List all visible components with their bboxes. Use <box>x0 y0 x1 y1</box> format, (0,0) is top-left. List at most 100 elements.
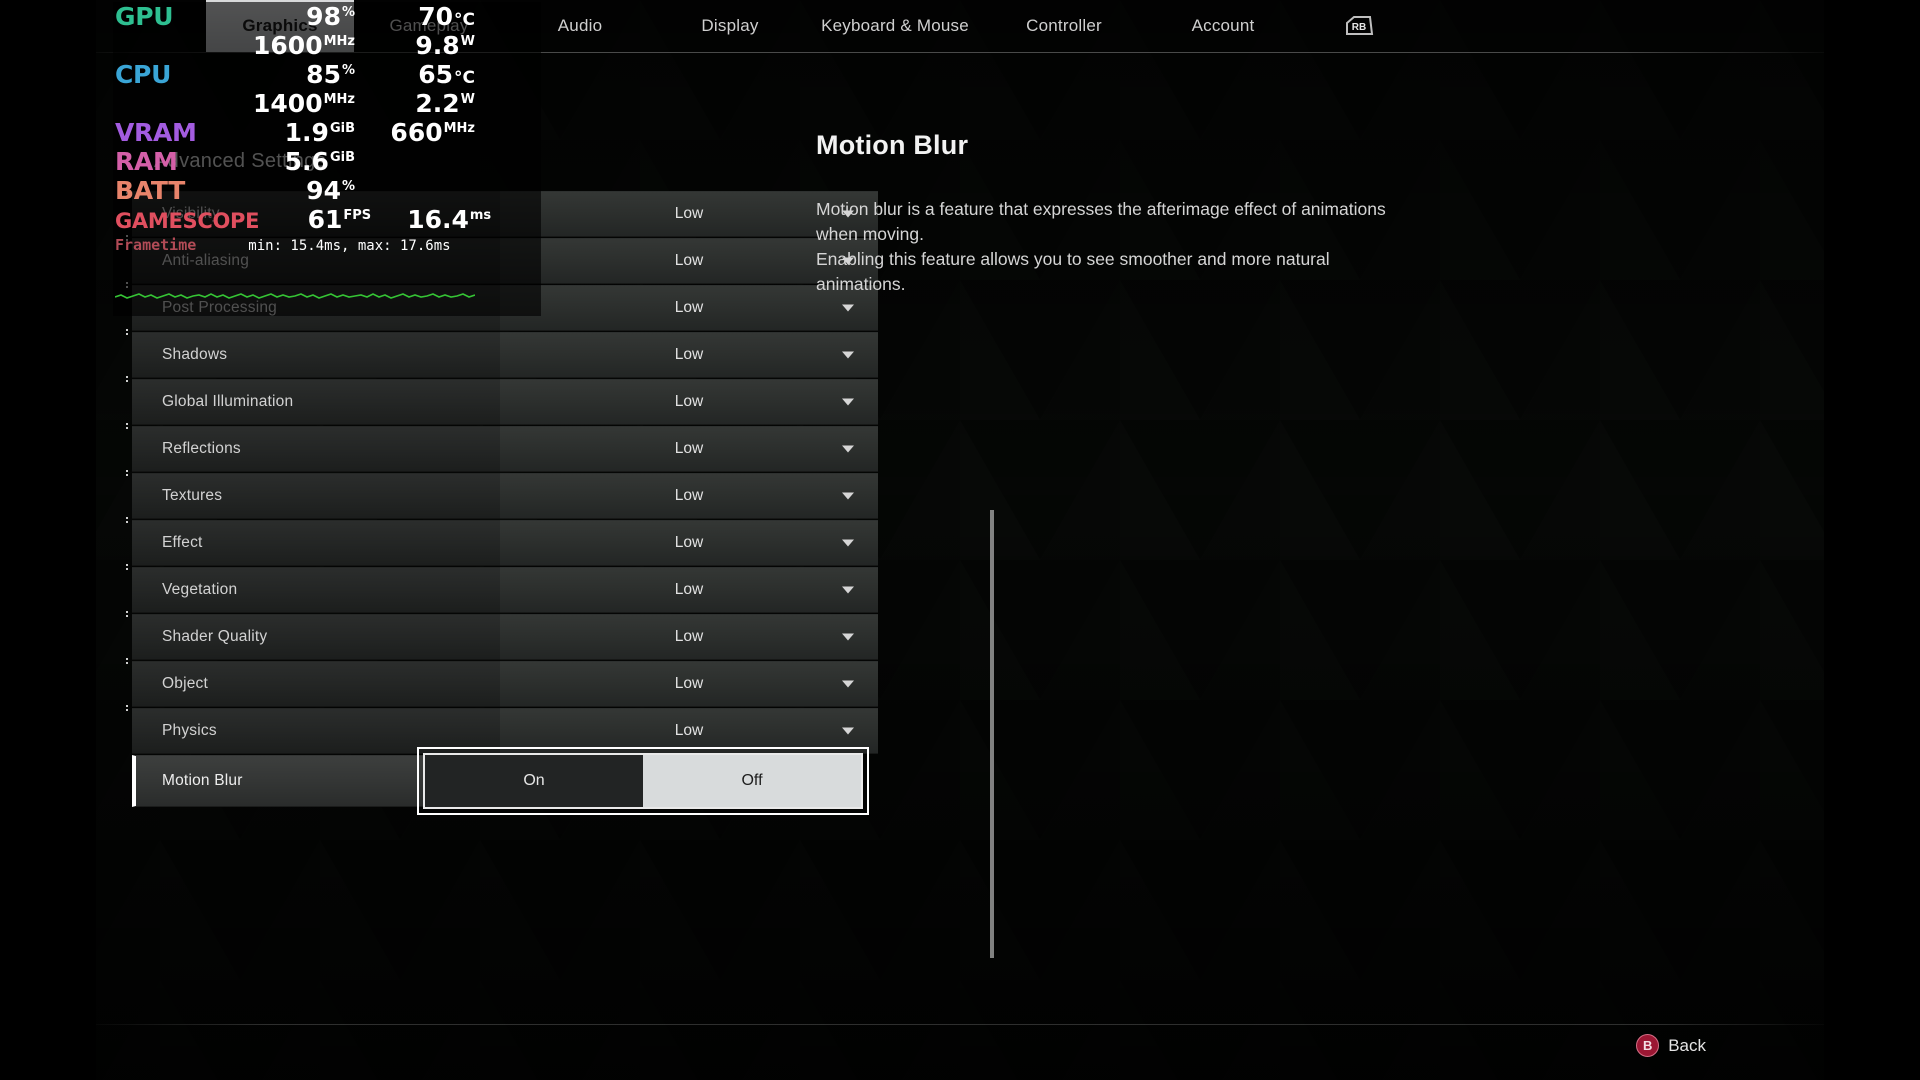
overlay-ram-value: 5.6GiB <box>243 149 355 174</box>
overlay-gpu-usage-value: 98 <box>306 2 341 31</box>
setting-dropdown[interactable]: Low <box>500 567 878 613</box>
setting-value: Low <box>674 722 704 739</box>
row-tick-marker <box>126 658 128 666</box>
setting-row-global-illumination[interactable]: Global Illumination Low <box>126 376 952 425</box>
setting-row-vegetation[interactable]: Vegetation Low <box>126 564 952 613</box>
overlay-batt-amount: 94 <box>306 176 341 205</box>
overlay-row-gpu: GPU 98% 70°C <box>115 4 533 33</box>
row-tick-marker <box>126 564 128 572</box>
overlay-row-gamescope: GAMESCOPE 61FPS 16.4ms <box>115 207 533 236</box>
overlay-label-ram: RAM <box>115 147 178 176</box>
toggle-option-on[interactable]: On <box>425 755 643 807</box>
svg-text:RB: RB <box>1352 22 1366 33</box>
setting-label: Reflections <box>162 440 241 457</box>
overlay-label-batt: BATT <box>115 176 185 205</box>
setting-dropdown[interactable]: Low <box>500 426 878 472</box>
chevron-down-icon <box>842 586 854 594</box>
setting-row-motion-blur[interactable]: Motion Blur On Off <box>132 747 952 815</box>
chevron-down-icon <box>842 398 854 406</box>
setting-dropdown[interactable]: Low <box>500 614 878 660</box>
setting-value: Low <box>674 346 704 363</box>
settings-scrollbar-thumb[interactable] <box>990 510 994 958</box>
setting-label: Effect <box>162 534 203 551</box>
setting-label-cell: Vegetation <box>126 564 500 613</box>
setting-dropdown[interactable]: Low <box>500 379 878 425</box>
overlay-gpu-temp-unit: °C <box>454 10 475 30</box>
setting-value: Low <box>674 440 704 457</box>
setting-value: Low <box>674 628 704 645</box>
setting-row-textures[interactable]: Textures Low <box>126 470 952 519</box>
description-line-4: animations. <box>816 273 906 294</box>
overlay-vram-amount: 1.9 <box>284 118 329 147</box>
overlay-frametime-value: 16.4 <box>407 205 469 234</box>
description-line-1: Motion blur is a feature that expresses … <box>816 199 1386 219</box>
tab-controller[interactable]: Controller <box>986 0 1142 52</box>
setting-label-cell: Global Illumination <box>126 376 500 425</box>
overlay-gpu-power-unit: W <box>460 33 475 49</box>
chevron-down-icon <box>842 304 854 312</box>
setting-dropdown[interactable]: Low <box>500 473 878 519</box>
overlay-cpu-usage-value: 85 <box>306 60 341 89</box>
tab-keyboard-and-mouse[interactable]: Keyboard & Mouse <box>804 0 986 52</box>
settings-scrollbar-track[interactable] <box>990 510 994 958</box>
performance-overlay: GPU 98% 70°C 1600MHz 9.8W CPU 85% 65°C 1… <box>113 2 541 316</box>
setting-row-reflections[interactable]: Reflections Low <box>126 423 952 472</box>
overlay-row-frametime-stats: Frametime min: 15.4ms, max: 17.6ms <box>115 236 533 260</box>
overlay-cpu-temperature: 65°C <box>355 62 475 87</box>
setting-dropdown[interactable]: Low <box>500 332 878 378</box>
description-body: Motion blur is a feature that expresses … <box>816 197 1456 296</box>
setting-dropdown[interactable]: Low <box>500 520 878 566</box>
overlay-fps-value: 61 <box>307 205 343 234</box>
setting-label: Physics <box>162 722 217 739</box>
overlay-gpu-clock-value: 1600 <box>253 31 323 60</box>
back-action[interactable]: B Back <box>1636 1034 1706 1057</box>
tab-account[interactable]: Account <box>1142 0 1304 52</box>
overlay-cpu-temp-unit: °C <box>454 68 475 88</box>
overlay-batt-unit: % <box>341 178 355 194</box>
overlay-cpu-usage-unit: % <box>341 62 355 78</box>
overlay-vram-clock-value: 660 <box>390 118 443 147</box>
overlay-label-gamescope: GAMESCOPE <box>115 209 260 233</box>
overlay-label-cpu: CPU <box>115 60 172 89</box>
chevron-down-icon <box>842 445 854 453</box>
toggle-option-off[interactable]: Off <box>643 755 861 807</box>
overlay-vram-clock-unit: MHz <box>443 120 475 136</box>
setting-label-cell: Reflections <box>126 423 500 472</box>
overlay-ram-amount: 5.6 <box>284 147 329 176</box>
setting-label-cell: Textures <box>126 470 500 519</box>
overlay-frametime-minmax: min: 15.4ms, max: 17.6ms <box>248 238 451 254</box>
row-tick-marker <box>126 329 128 337</box>
back-label: Back <box>1668 1035 1706 1055</box>
setting-label-cell: Effect <box>126 517 500 566</box>
row-tick-marker <box>126 517 128 525</box>
chevron-down-icon <box>842 633 854 641</box>
motion-blur-toggle[interactable]: On Off <box>417 747 869 815</box>
setting-row-object[interactable]: Object Low <box>126 658 952 707</box>
setting-row-shadows[interactable]: Shadows Low <box>126 329 952 378</box>
setting-dropdown[interactable]: Low <box>500 661 878 707</box>
overlay-gpu-clock-unit: MHz <box>323 33 355 49</box>
overlay-gpu-usage: 98% <box>243 4 355 29</box>
row-tick-marker <box>126 705 128 713</box>
setting-value: Low <box>674 534 704 551</box>
setting-label-cell: Shader Quality <box>126 611 500 660</box>
setting-value: Low <box>674 581 704 598</box>
button-b-icon: B <box>1636 1034 1660 1057</box>
setting-row-effect[interactable]: Effect Low <box>126 517 952 566</box>
description-line-2: when moving. <box>816 223 924 244</box>
setting-label: Motion Blur <box>162 772 243 789</box>
setting-value: Low <box>674 205 704 222</box>
tab-display[interactable]: Display <box>656 0 804 52</box>
overlay-gpu-clock: 1600MHz <box>243 33 355 58</box>
description-title: Motion Blur <box>816 130 969 160</box>
setting-row-shader-quality[interactable]: Shader Quality Low <box>126 611 952 660</box>
overlay-vram-unit: GiB <box>329 120 355 136</box>
overlay-cpu-clock: 1400MHz <box>243 91 355 116</box>
overlay-cpu-temp-value: 65 <box>418 60 454 89</box>
frametime-graph <box>115 264 475 310</box>
overlay-row-cpu-clock: 1400MHz 2.2W <box>115 91 533 120</box>
setting-value: Low <box>674 487 704 504</box>
rb-shoulder-button-icon[interactable]: RB <box>1342 13 1376 39</box>
row-tick-marker <box>126 376 128 384</box>
description-line-3: Enabling this feature allows you to see … <box>816 248 1330 269</box>
